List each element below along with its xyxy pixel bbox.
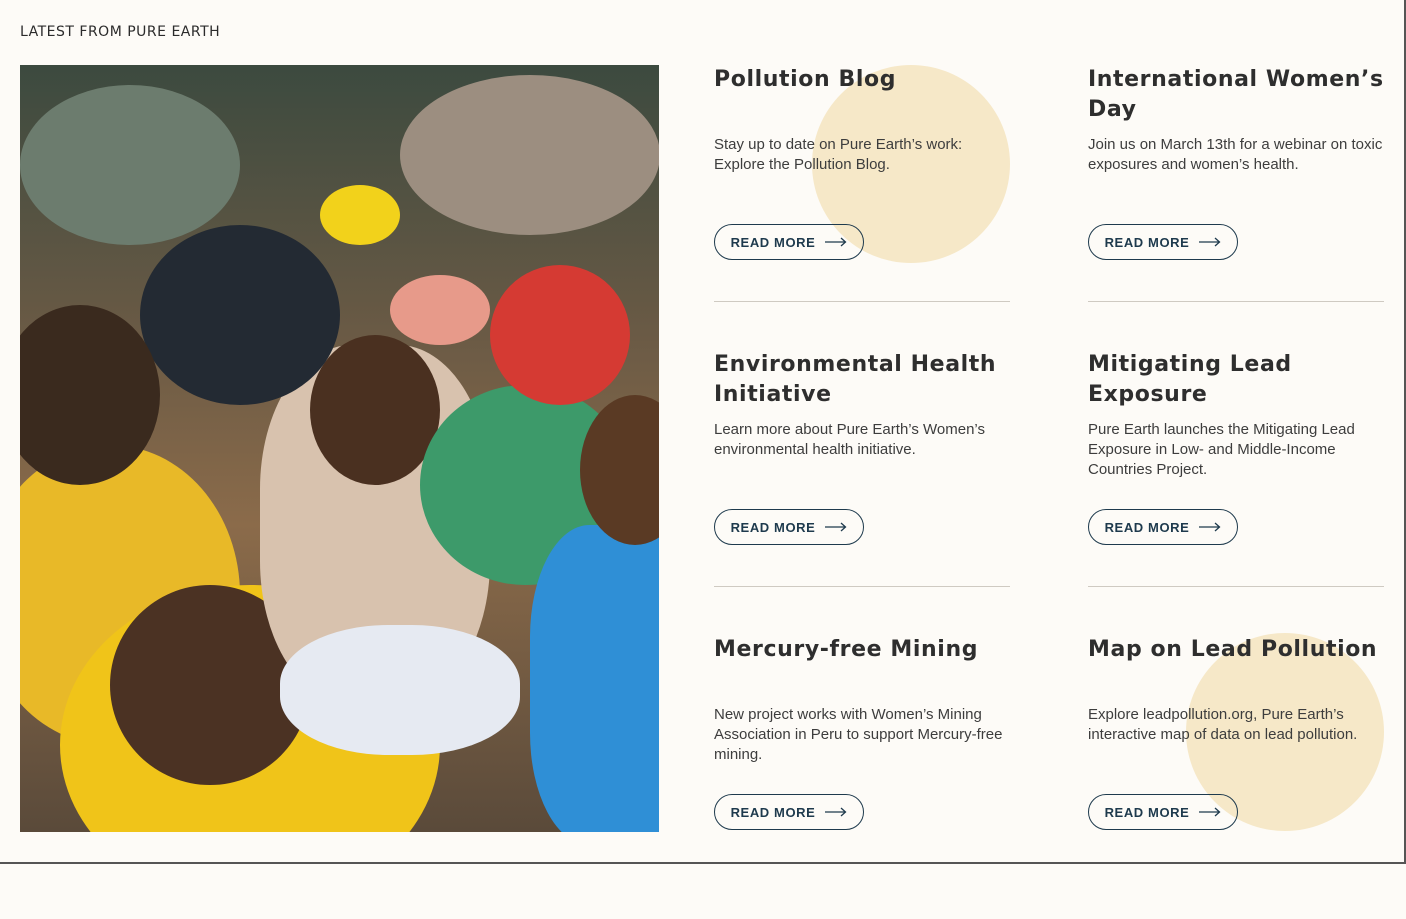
button-label: READ MORE bbox=[730, 804, 816, 820]
read-more-button[interactable]: READ MORE bbox=[1088, 224, 1238, 260]
card-title: International Women’s Day bbox=[1088, 67, 1384, 122]
card-divider bbox=[714, 586, 1010, 587]
card-environmental-health-initiative: Environmental Health Initiative Learn mo… bbox=[714, 350, 1010, 634]
card-description: Stay up to date on Pure Earth’s work: Ex… bbox=[714, 136, 963, 173]
card-mercury-free-mining: Mercury-free Mining New project works wi… bbox=[714, 635, 1010, 919]
card-pollution-blog: Pollution Blog Stay up to date on Pure E… bbox=[714, 65, 1010, 349]
arrow-right-icon bbox=[1199, 807, 1221, 817]
card-description: Join us on March 13th for a webinar on t… bbox=[1088, 136, 1383, 173]
card-description: New project works with Women’s Mining As… bbox=[714, 706, 1003, 763]
card-mitigating-lead-exposure: Mitigating Lead Exposure Pure Earth laun… bbox=[1088, 350, 1384, 634]
button-label: READ MORE bbox=[1104, 234, 1190, 250]
card-divider bbox=[714, 301, 1010, 302]
arrow-right-icon bbox=[825, 522, 847, 532]
arrow-right-icon bbox=[825, 237, 847, 247]
arrow-right-icon bbox=[1199, 522, 1221, 532]
read-more-button[interactable]: READ MORE bbox=[1088, 509, 1238, 545]
read-more-button[interactable]: READ MORE bbox=[1088, 794, 1238, 830]
card-title: Mitigating Lead Exposure bbox=[1088, 352, 1292, 407]
card-title: Map on Lead Pollution bbox=[1088, 637, 1378, 662]
button-label: READ MORE bbox=[730, 519, 816, 535]
card-description: Pure Earth launches the Mitigating Lead … bbox=[1088, 421, 1355, 478]
section-heading: LATEST FROM PURE EARTH bbox=[20, 24, 221, 40]
card-map-on-lead-pollution: Map on Lead Pollution Explore leadpollut… bbox=[1088, 635, 1384, 919]
card-description: Learn more about Pure Earth’s Women’s en… bbox=[714, 421, 985, 458]
card-title: Mercury-free Mining bbox=[714, 637, 979, 662]
button-label: READ MORE bbox=[1104, 519, 1190, 535]
button-label: READ MORE bbox=[730, 234, 816, 250]
card-divider bbox=[1088, 301, 1384, 302]
card-title: Pollution Blog bbox=[714, 67, 897, 92]
button-label: READ MORE bbox=[1104, 804, 1190, 820]
arrow-right-icon bbox=[825, 807, 847, 817]
card-description: Explore leadpollution.org, Pure Earth’s … bbox=[1088, 706, 1358, 743]
read-more-button[interactable]: READ MORE bbox=[714, 794, 864, 830]
card-title: Environmental Health Initiative bbox=[714, 352, 997, 407]
card-divider bbox=[1088, 586, 1384, 587]
card-international-womens-day: International Women’s Day Join us on Mar… bbox=[1088, 65, 1384, 349]
women-gathering-photo bbox=[20, 65, 659, 832]
arrow-right-icon bbox=[1199, 237, 1221, 247]
read-more-button[interactable]: READ MORE bbox=[714, 224, 864, 260]
read-more-button[interactable]: READ MORE bbox=[714, 509, 864, 545]
